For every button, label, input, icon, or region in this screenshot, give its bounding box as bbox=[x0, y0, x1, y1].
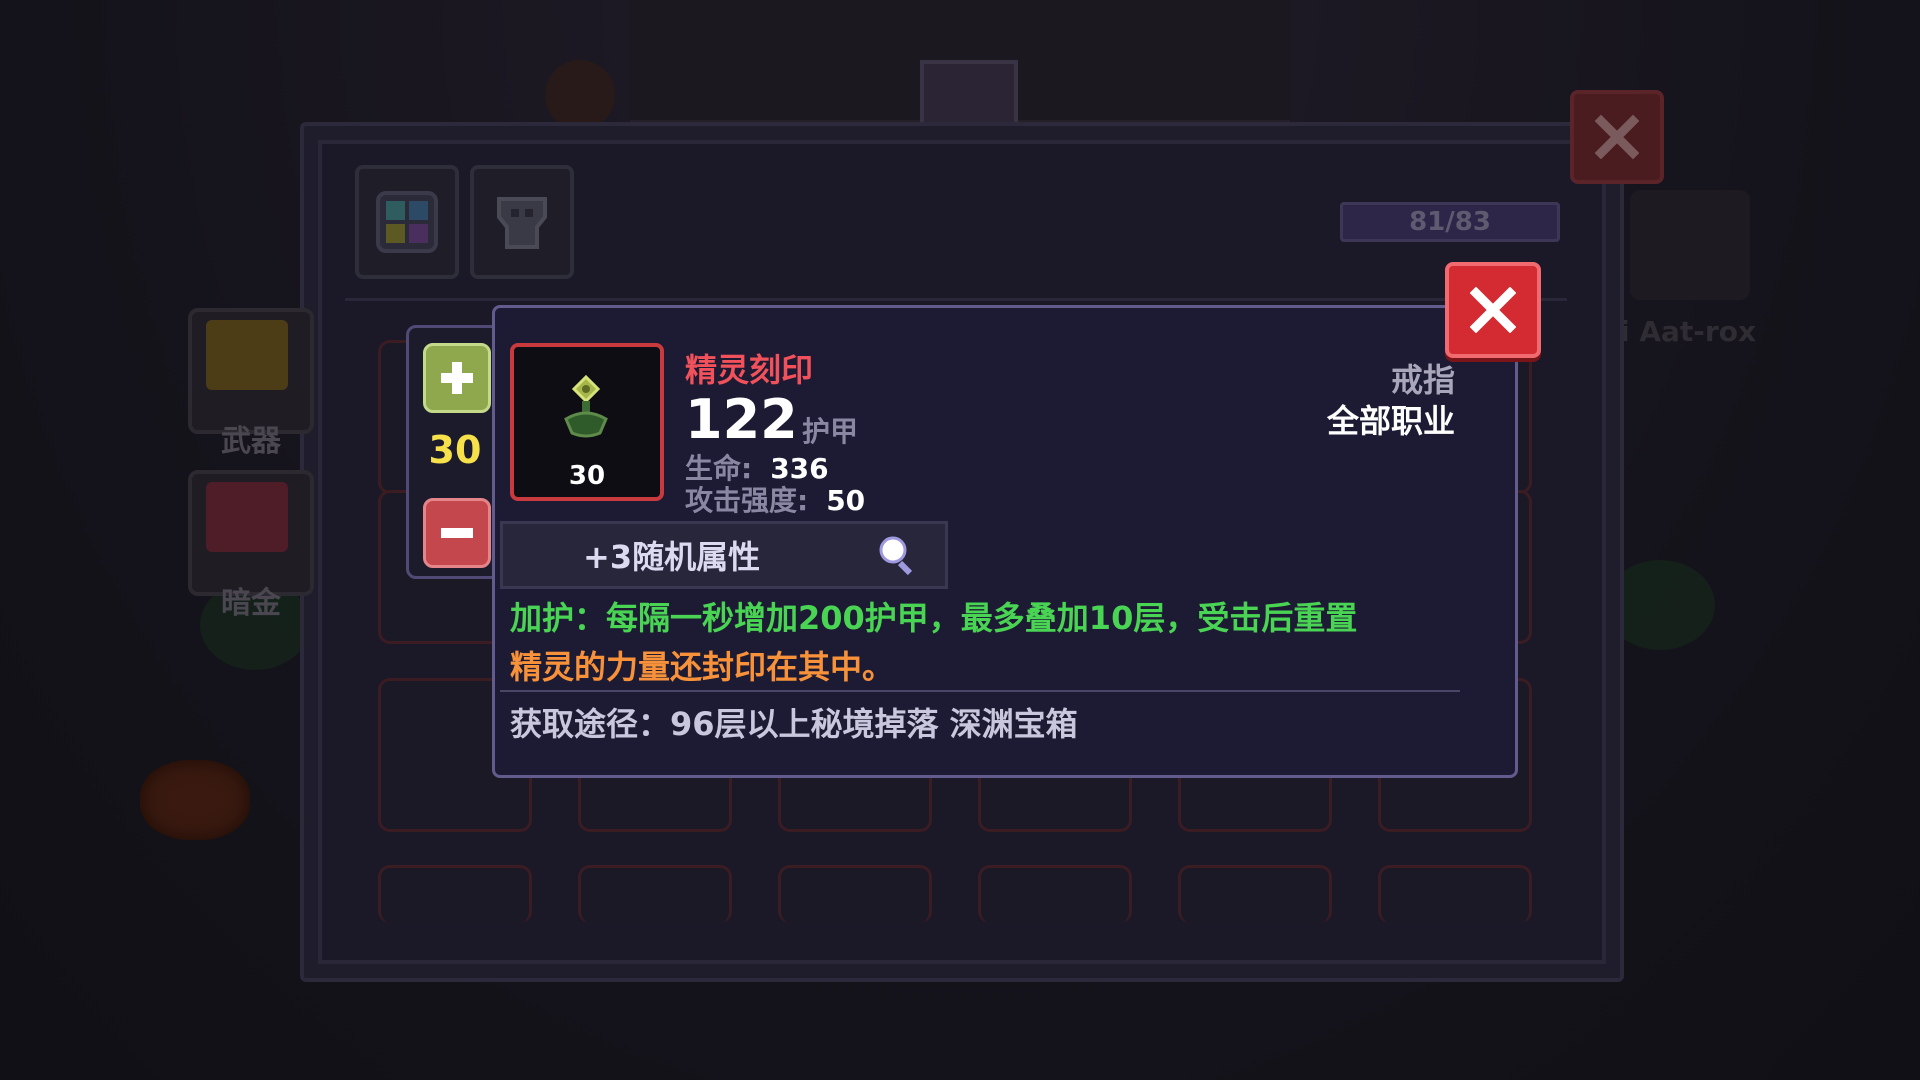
item-source-text: 获取途径：96层以上秘境掉落 深渊宝箱 bbox=[510, 705, 1078, 743]
inventory-capacity: 81/83 bbox=[1340, 202, 1560, 242]
item-name: 精灵刻印 bbox=[685, 351, 814, 389]
decrease-button[interactable] bbox=[423, 498, 491, 568]
close-icon bbox=[1595, 115, 1639, 159]
category-weapon[interactable]: 武器 bbox=[188, 308, 314, 459]
tooltip-divider bbox=[500, 690, 1460, 692]
stat-value: 50 bbox=[826, 484, 866, 517]
stat-label: 攻击强度: bbox=[685, 484, 809, 517]
category-dark-gold[interactable]: 暗金 bbox=[188, 470, 314, 621]
npc-name: i Aat-rox bbox=[1620, 315, 1757, 348]
item-flavor-text: 精灵的力量还封印在其中。 bbox=[510, 648, 895, 686]
armor-value: 122 bbox=[685, 388, 798, 451]
inventory-slot[interactable] bbox=[578, 865, 732, 923]
close-icon bbox=[1470, 287, 1516, 333]
item-level: 30 bbox=[568, 461, 606, 491]
panel-divider bbox=[345, 298, 1567, 301]
inventory-slot[interactable] bbox=[1378, 865, 1532, 923]
bag-icon bbox=[206, 482, 288, 552]
close-tooltip-button[interactable] bbox=[1445, 262, 1541, 358]
inventory-slot[interactable] bbox=[1178, 865, 1332, 923]
random-attributes-label: +3随机属性 bbox=[583, 538, 761, 576]
armor-label: 护甲 bbox=[802, 415, 859, 448]
chest-icon bbox=[206, 320, 288, 390]
close-inventory-button[interactable] bbox=[1570, 90, 1664, 184]
item-slot-type: 戒指 bbox=[1390, 361, 1455, 399]
random-attributes-bar[interactable]: +3随机属性 bbox=[500, 521, 948, 589]
tab-equipment[interactable] bbox=[470, 165, 574, 279]
stat-row: 攻击强度: 50 bbox=[685, 479, 865, 519]
elf-seal-ring-icon bbox=[564, 374, 608, 438]
increase-button[interactable] bbox=[423, 343, 491, 413]
pumpkin-lantern-icon bbox=[545, 60, 615, 130]
class-requirement: 全部职业 bbox=[1326, 402, 1455, 440]
minus-icon bbox=[441, 528, 473, 538]
tab-all-items[interactable] bbox=[355, 165, 459, 279]
inventory-slot[interactable] bbox=[778, 865, 932, 923]
pumpkin-icon bbox=[140, 760, 250, 840]
category-label: 武器 bbox=[221, 424, 281, 459]
armor-icon bbox=[497, 197, 547, 249]
magnifier-icon[interactable] bbox=[877, 534, 919, 576]
inventory-slot[interactable] bbox=[978, 865, 1132, 923]
background-door bbox=[920, 60, 1018, 128]
quantity-stepper: 30 bbox=[406, 325, 504, 579]
item-icon-frame: 30 bbox=[510, 343, 664, 501]
npc-character bbox=[1630, 190, 1750, 300]
plus-icon bbox=[441, 362, 473, 394]
category-label: 暗金 bbox=[221, 586, 281, 621]
grid-icon bbox=[376, 191, 438, 253]
item-effect-text: 加护：每隔一秒增加200护甲，最多叠加10层，受击后重置 bbox=[510, 599, 1358, 637]
inventory-slot[interactable] bbox=[378, 865, 532, 923]
quantity-value: 30 bbox=[428, 428, 482, 472]
